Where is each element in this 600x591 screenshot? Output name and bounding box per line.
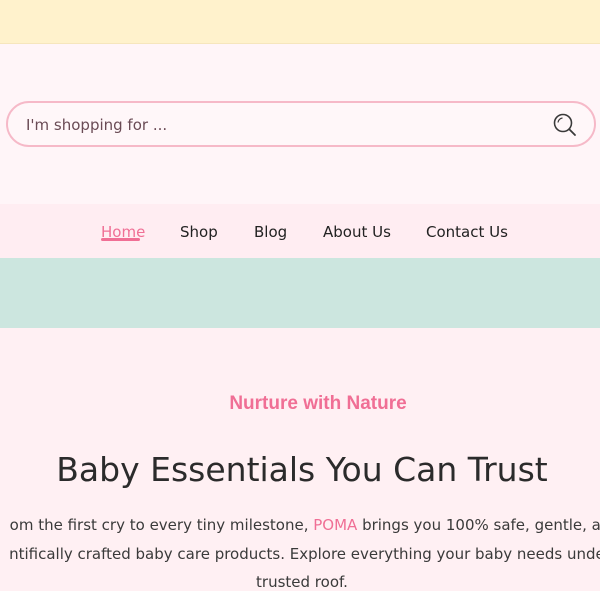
- search-icon[interactable]: [552, 112, 578, 138]
- hero-tagline: Nurture with Nature: [229, 393, 407, 414]
- decorative-band: [0, 258, 600, 328]
- hero-headline: Baby Essentials You Can Trust: [56, 450, 548, 489]
- hero-description-line-1: om the first cry to every tiny milestone…: [0, 516, 600, 534]
- description-text: brings you 100% safe, gentle, an: [357, 516, 600, 534]
- hero-description-line-3: trusted roof.: [256, 573, 348, 591]
- nav-item-shop[interactable]: Shop: [180, 223, 218, 241]
- nav-item-about-us[interactable]: About Us: [323, 223, 391, 241]
- hero-description-line-2: ntifically crafted baby care products. E…: [9, 545, 600, 563]
- top-announcement-bar: [0, 0, 600, 44]
- header-search-area: [0, 44, 600, 204]
- description-text: om the first cry to every tiny milestone…: [9, 516, 314, 534]
- nav-item-blog[interactable]: Blog: [254, 223, 287, 241]
- brand-name: POMA: [313, 516, 358, 534]
- main-navigation: Home Shop Blog About Us Contact Us: [0, 204, 600, 258]
- nav-item-contact-us[interactable]: Contact Us: [426, 223, 508, 241]
- search-bar[interactable]: [6, 101, 596, 147]
- search-input[interactable]: [24, 103, 528, 147]
- active-nav-indicator: [101, 238, 140, 241]
